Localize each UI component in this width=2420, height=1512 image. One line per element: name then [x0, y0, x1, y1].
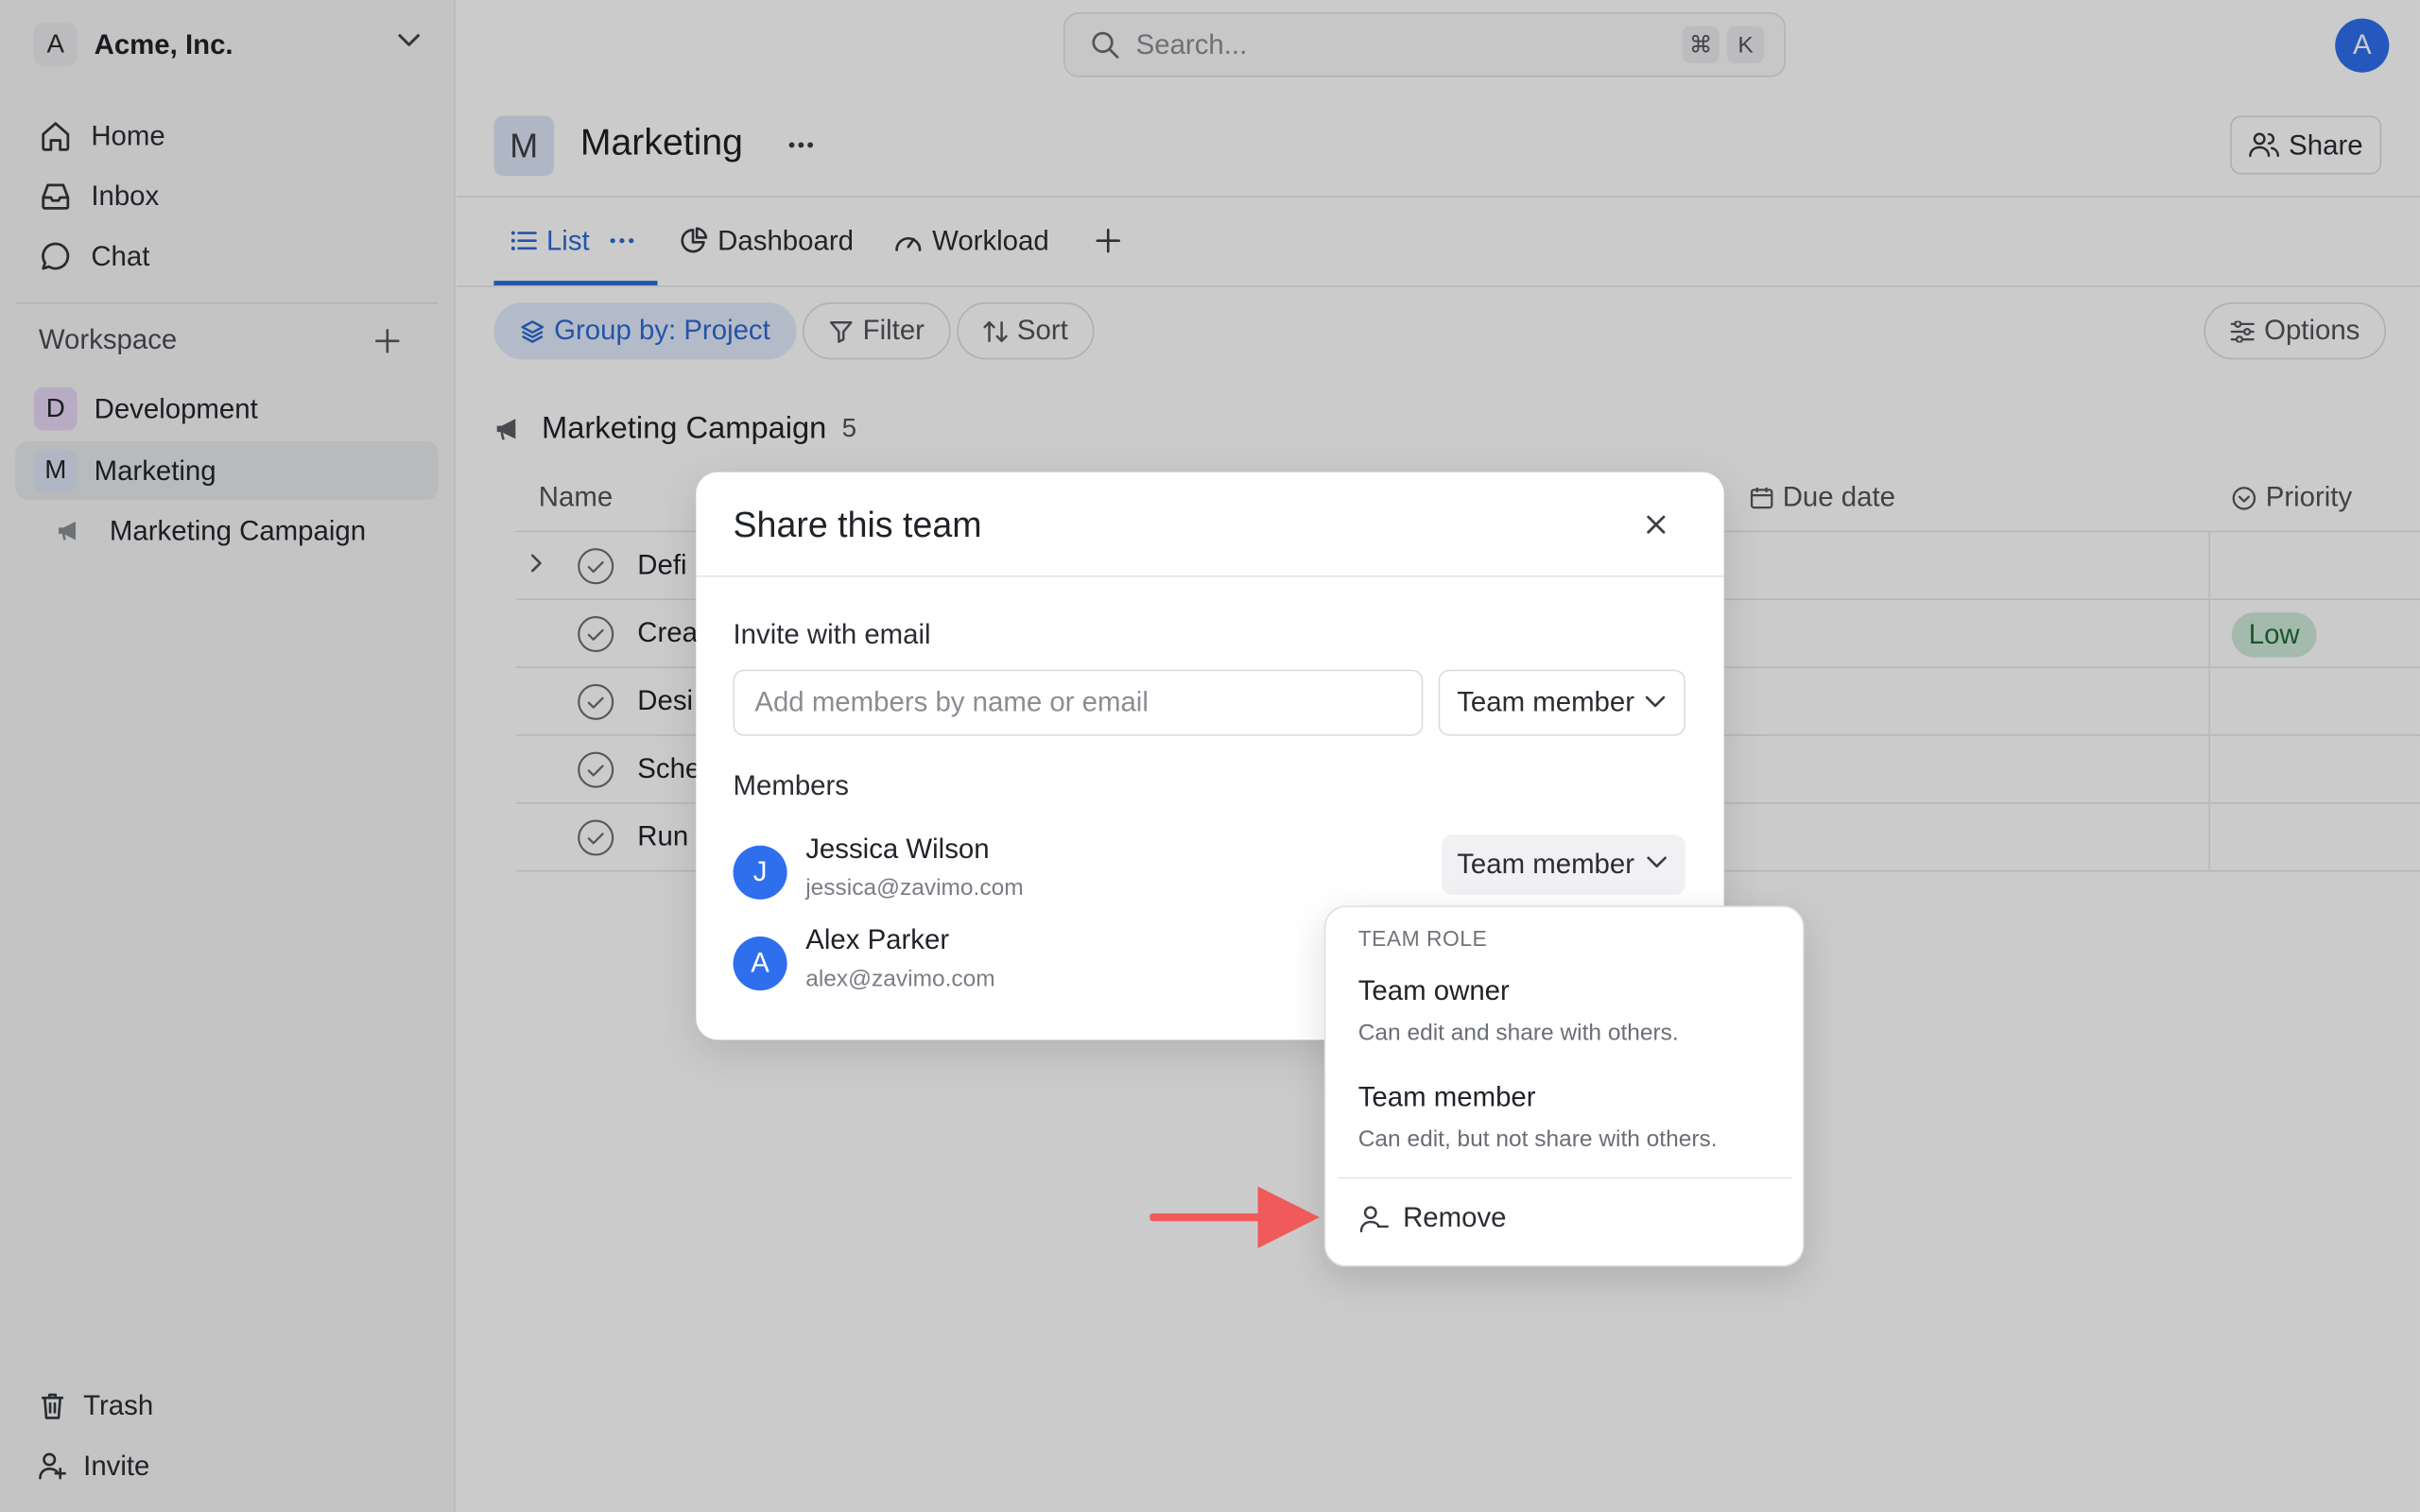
menu-section-header: TEAM ROLE — [1357, 925, 1488, 951]
member-email: jessica@zavimo.com — [805, 874, 1024, 902]
role-select-value: Team member — [1457, 686, 1635, 718]
arrow-pointer-icon — [1150, 1182, 1322, 1253]
chevron-down-icon — [1645, 696, 1666, 708]
close-icon[interactable] — [1641, 509, 1672, 541]
menu-item-team-owner[interactable]: Team owner Can edit and share with other… — [1358, 975, 1775, 1046]
member-role-select[interactable]: Team member — [1441, 834, 1685, 895]
invite-label: Invite with email — [733, 618, 931, 650]
invite-role-select[interactable]: Team member — [1438, 669, 1685, 736]
remove-label: Remove — [1403, 1201, 1507, 1233]
member-email: alex@zavimo.com — [805, 966, 995, 992]
remove-member-button[interactable]: Remove — [1358, 1202, 1507, 1234]
avatar: A — [733, 936, 787, 991]
menu-item-title: Team member — [1357, 1081, 1536, 1113]
role-dropdown-menu: TEAM ROLE Team owner Can edit and share … — [1323, 905, 1805, 1267]
dialog-title: Share this team — [733, 504, 982, 545]
remove-user-icon — [1358, 1203, 1390, 1234]
menu-item-description: Can edit and share with others. — [1357, 1020, 1679, 1046]
chevron-down-icon — [1647, 856, 1667, 868]
menu-divider — [1338, 1177, 1792, 1179]
menu-item-title: Team owner — [1357, 974, 1510, 1006]
dialog-divider — [696, 575, 1724, 577]
member-name: Alex Parker — [805, 923, 950, 955]
email-field[interactable]: Add members by name or email — [733, 669, 1424, 736]
role-select-value: Team member — [1457, 848, 1635, 880]
menu-item-description: Can edit, but not share with others. — [1357, 1125, 1718, 1153]
menu-item-team-member[interactable]: Team member Can edit, but not share with… — [1358, 1081, 1775, 1152]
member-name: Jessica Wilson — [805, 833, 990, 865]
avatar: J — [733, 845, 787, 900]
members-label: Members — [733, 769, 849, 801]
